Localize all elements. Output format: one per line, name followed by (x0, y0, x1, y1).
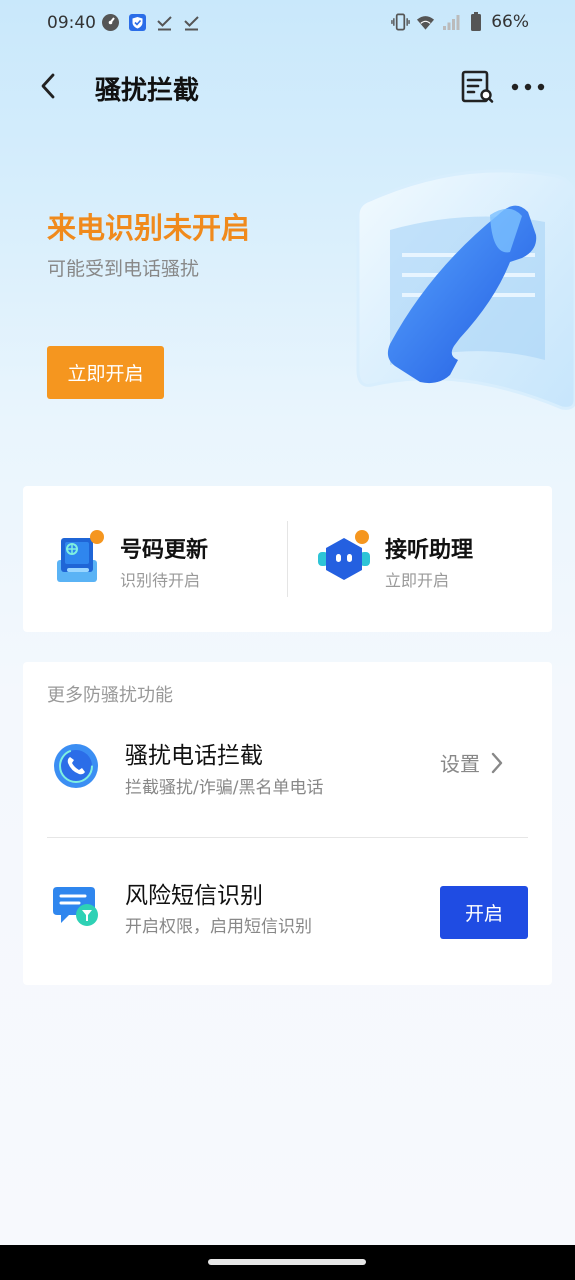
report-button[interactable] (458, 68, 496, 106)
document-search-icon (461, 70, 494, 103)
navigation-bar (0, 1245, 575, 1280)
row-title: 风险短信识别 (125, 883, 263, 909)
hero-subtitle: 可能受到电话骚扰 (47, 258, 200, 280)
section-label: 更多防骚扰功能 (47, 685, 173, 706)
vibrate-icon (391, 13, 410, 32)
chevron-left-icon (41, 73, 55, 99)
speedometer-icon (101, 13, 120, 32)
wifi-icon (416, 13, 435, 32)
tile-subtitle: 识别待开启 (120, 571, 201, 590)
risk-sms-row[interactable]: 风险短信识别 开启权限，启用短信识别 开启 (23, 854, 552, 974)
row-title: 骚扰电话拦截 (125, 743, 263, 769)
check-download-icon (155, 13, 174, 32)
system-indicators: 66% (391, 12, 529, 32)
phone-shield-illustration (350, 160, 575, 420)
robot-assistant-icon (314, 530, 374, 590)
more-dots-icon (511, 83, 545, 91)
tile-title: 接听助理 (385, 538, 474, 563)
quick-tiles-card: 号码更新 识别待开启 接听助理 立即开启 (23, 486, 552, 632)
status-bar: 09:40 66% (0, 0, 575, 48)
notification-icons (101, 13, 201, 32)
hero-title: 来电识别未开启 (47, 211, 251, 245)
row-divider (47, 837, 528, 838)
battery-percent: 66% (491, 12, 529, 32)
settings-link[interactable]: 设置 (440, 748, 504, 777)
enable-now-button[interactable]: 立即开启 (47, 346, 164, 399)
shield-check-icon (128, 13, 147, 32)
harassment-call-block-row[interactable]: 骚扰电话拦截 拦截骚扰/诈骗/黑名单电话 设置 (23, 724, 552, 836)
number-update-tile[interactable]: 号码更新 识别待开启 (23, 486, 287, 632)
row-subtitle: 拦截骚扰/诈骗/黑名单电话 (125, 778, 324, 798)
tile-subtitle: 立即开启 (385, 571, 450, 590)
tile-title: 号码更新 (120, 538, 209, 563)
more-options-button[interactable] (508, 68, 548, 106)
row-subtitle: 开启权限，启用短信识别 (125, 917, 312, 937)
battery-icon (466, 12, 485, 32)
page-title: 骚扰拦截 (95, 76, 200, 106)
number-book-icon (53, 530, 113, 590)
sms-filter-icon (51, 879, 101, 929)
answer-assistant-tile[interactable]: 接听助理 立即开启 (288, 486, 552, 632)
home-gesture-handle[interactable] (208, 1259, 366, 1265)
status-time: 09:40 (47, 13, 96, 33)
enable-sms-button[interactable]: 开启 (440, 886, 528, 939)
settings-label: 设置 (440, 752, 480, 776)
chevron-right-icon (491, 752, 503, 773)
back-button[interactable] (30, 68, 66, 104)
phone-block-icon (51, 741, 101, 791)
check-download-icon (182, 13, 201, 32)
signal-icon (441, 13, 460, 32)
more-features-card: 更多防骚扰功能 骚扰电话拦截 拦截骚扰/诈骗/黑名单电话 设置 风险短信识别 开… (23, 662, 552, 985)
